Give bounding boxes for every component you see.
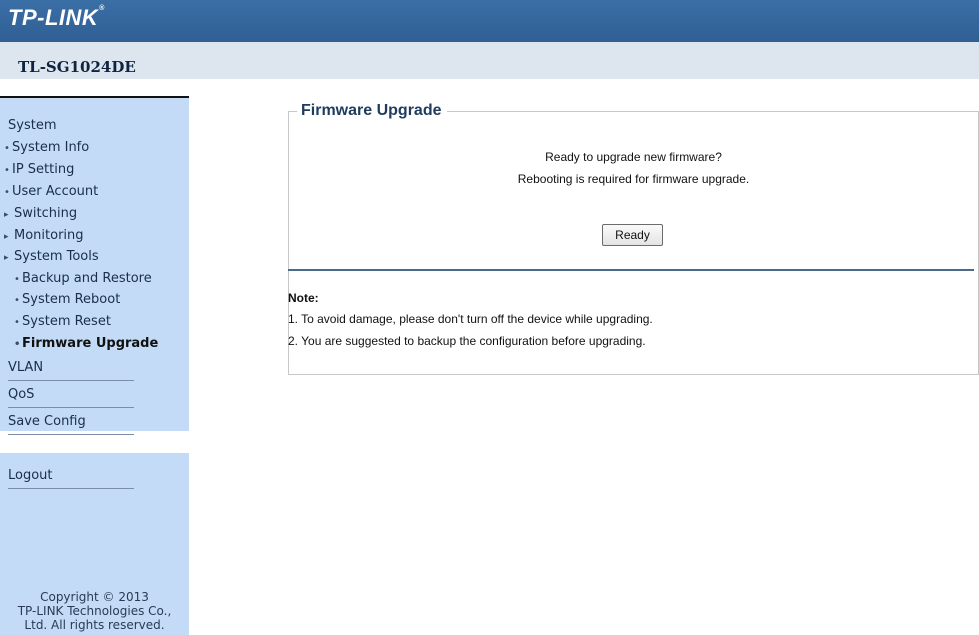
expand-arrow-icon: ▸	[4, 210, 9, 220]
model-bar	[0, 42, 979, 79]
sidebar-item-ip-setting[interactable]: • IP Setting	[4, 162, 74, 177]
sidebar-item-vlan[interactable]: VLAN	[8, 360, 43, 375]
sidebar-item-backup-restore[interactable]: • Backup and Restore	[14, 271, 152, 286]
sidebar-item-logout[interactable]: Logout	[8, 468, 53, 483]
bullet-icon: •	[4, 143, 10, 154]
reboot-notice: Rebooting is required for firmware upgra…	[517, 172, 750, 186]
sidebar-item-system-reboot[interactable]: • System Reboot	[14, 292, 120, 307]
sidebar-item-qos[interactable]: QoS	[8, 387, 34, 402]
sidebar-item-save-config[interactable]: Save Config	[8, 414, 86, 429]
sidebar-item-monitoring[interactable]: ▸ Monitoring	[4, 228, 84, 243]
sidebar-item-firmware-upgrade[interactable]: • Firmware Upgrade	[14, 336, 158, 351]
nav-divider	[8, 488, 134, 489]
nav-divider	[8, 380, 134, 381]
header-bar: TP-LINK®	[0, 0, 979, 42]
note-line: 2. You are suggested to backup the confi…	[288, 334, 646, 348]
sidebar-item-system-tools[interactable]: ▸ System Tools	[4, 249, 99, 264]
section-divider	[288, 269, 974, 271]
bullet-icon: •	[14, 339, 21, 350]
expand-arrow-icon: ▸	[4, 232, 9, 242]
ready-button[interactable]: Ready	[602, 224, 663, 246]
bullet-icon: •	[14, 274, 20, 285]
expand-arrow-icon: ▸	[4, 253, 9, 263]
nav-divider	[8, 407, 134, 408]
bullet-icon: •	[14, 317, 20, 328]
section-title: Firmware Upgrade	[297, 102, 448, 120]
bullet-icon: •	[4, 165, 10, 176]
copyright: Copyright © 2013 TP-LINK Technologies Co…	[17, 590, 172, 632]
sidebar-item-switching[interactable]: ▸ Switching	[4, 206, 77, 221]
model-name: TL-SG1024DE	[18, 58, 136, 76]
sidebar-item-system[interactable]: System	[8, 118, 56, 133]
bullet-icon: •	[14, 295, 20, 306]
sidebar-item-user-account[interactable]: • User Account	[4, 184, 98, 199]
sidebar-item-system-info[interactable]: • System Info	[4, 140, 89, 155]
sidebar-item-system-reset[interactable]: • System Reset	[14, 314, 111, 329]
ready-prompt: Ready to upgrade new firmware?	[545, 150, 722, 164]
bullet-icon: •	[4, 187, 10, 198]
nav-divider	[8, 434, 134, 435]
tp-link-logo: TP-LINK®	[8, 5, 105, 30]
note-line: 1. To avoid damage, please don't turn of…	[288, 312, 653, 326]
note-title: Note:	[288, 291, 319, 305]
